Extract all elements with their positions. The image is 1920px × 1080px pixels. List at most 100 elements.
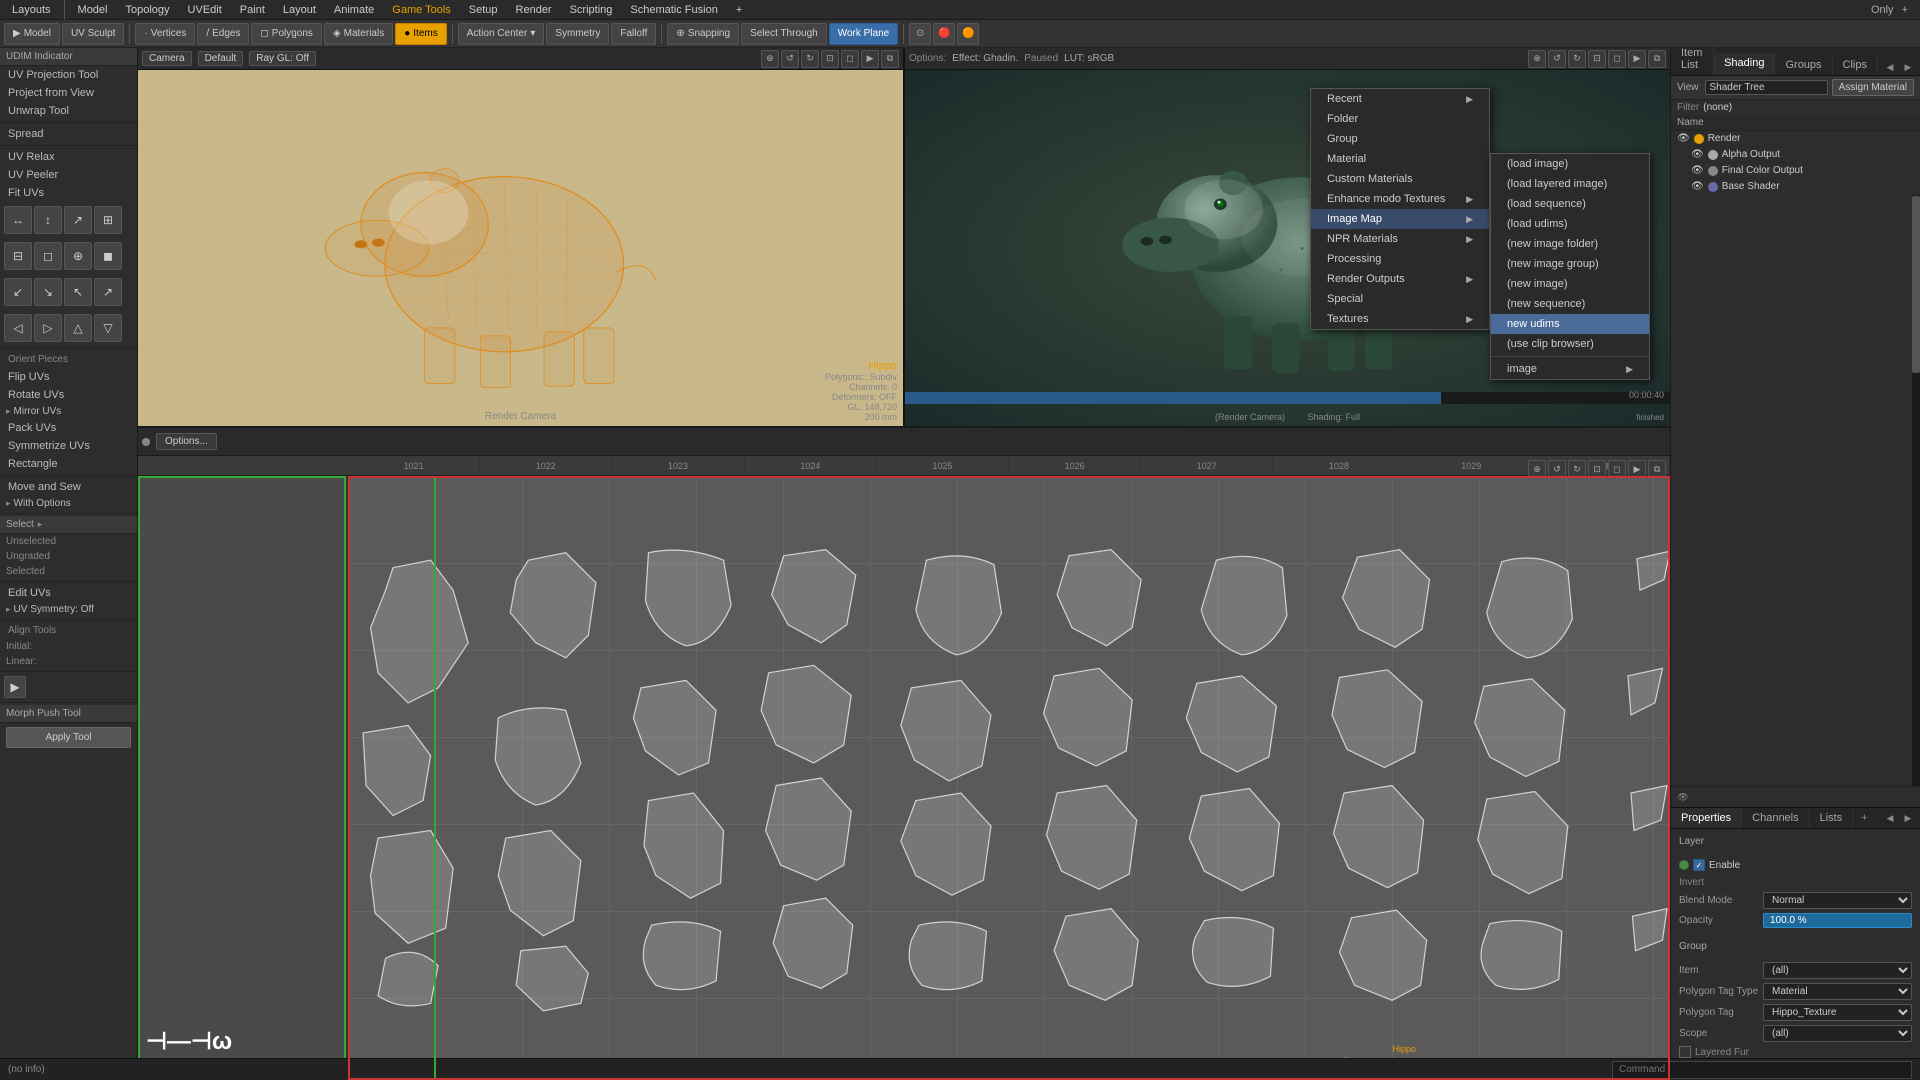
mode-vertices-btn[interactable]: · Vertices <box>135 23 195 45</box>
prop-tab-properties[interactable]: Properties <box>1671 808 1742 828</box>
sidebar-rectangle[interactable]: Rectangle <box>0 455 137 473</box>
uv-viewport[interactable]: ⊕ ↺ ↻ ⊡ ◻ ▶ ⧉ 1021 1022 1023 1024 1025 1… <box>138 456 1670 1080</box>
menu-render[interactable]: Render <box>508 2 560 18</box>
vp-nav-icon-4[interactable]: ⊡ <box>821 50 839 68</box>
layered-fur-checkbox[interactable] <box>1679 1046 1691 1058</box>
sidebar-edit-uvs[interactable]: Edit UVs <box>0 584 137 602</box>
tab-shading[interactable]: Shading <box>1714 53 1775 75</box>
vp-raygl-btn[interactable]: Ray GL: Off <box>249 51 316 66</box>
action-center-btn[interactable]: Action Center ▾ <box>458 23 545 45</box>
icon-btn-4b[interactable]: ▷ <box>34 314 62 342</box>
menu-setup[interactable]: Setup <box>461 2 506 18</box>
vp-render-icon-1[interactable]: ⊕ <box>1528 50 1546 68</box>
snapping-btn[interactable]: ⊕ Snapping <box>667 23 739 45</box>
sidebar-uv-projection[interactable]: UV Projection Tool <box>0 66 137 84</box>
toolbar-icon-2[interactable]: 🔴 <box>933 23 955 45</box>
icon-btn-3d[interactable]: ↗ <box>94 278 122 306</box>
menu-layout[interactable]: Layout <box>275 2 324 18</box>
tab-groups[interactable]: Groups <box>1775 55 1832 75</box>
submenu-new-image-folder[interactable]: (new image folder) <box>1491 234 1649 254</box>
menu-uvedit[interactable]: UVEdit <box>180 2 230 18</box>
vp-nav-icon-2[interactable]: ↺ <box>781 50 799 68</box>
sidebar-spread[interactable]: Spread <box>0 125 137 143</box>
vp-render-icon-2[interactable]: ↺ <box>1548 50 1566 68</box>
prop-poly-tag-type-dropdown[interactable]: Material <box>1763 983 1912 1000</box>
tab-item-list[interactable]: Item List <box>1671 43 1714 75</box>
mode-items-btn[interactable]: ● Items <box>395 23 447 45</box>
icon-btn-1a[interactable]: ↔ <box>4 206 32 234</box>
sidebar-fit-uvs[interactable]: Fit UVs <box>0 184 137 202</box>
menu-game-tools[interactable]: Game Tools <box>384 2 459 18</box>
menu-add[interactable]: + <box>728 2 750 18</box>
menu-enhance-modo[interactable]: Enhance modo Textures ▶ <box>1311 189 1489 209</box>
submenu-clip-browser[interactable]: (use clip browser) <box>1491 334 1649 354</box>
menu-paint[interactable]: Paint <box>232 2 273 18</box>
icon-btn-2d[interactable]: ◼ <box>94 242 122 270</box>
rp-collapse-btn[interactable]: ◀ <box>1882 59 1898 75</box>
menu-recent[interactable]: Recent ▶ <box>1311 89 1489 109</box>
icon-btn-2a[interactable]: ⊟ <box>4 242 32 270</box>
submenu-load-layered[interactable]: (load layered image) <box>1491 174 1649 194</box>
menu-right-plus[interactable]: + <box>1902 4 1908 16</box>
viewport-wireframe[interactable]: Camera Default Ray GL: Off ⊕ ↺ ↻ ⊡ ◻ ▶ ⧉ <box>138 48 905 426</box>
icon-btn-4a[interactable]: ◁ <box>4 314 32 342</box>
uv-grid-container[interactable]: 1001 1002 1003 1004 1005 1006 1007 1008 … <box>348 476 1670 1080</box>
vp-nav-icon-5[interactable]: ◻ <box>841 50 859 68</box>
menu-topology[interactable]: Topology <box>118 2 178 18</box>
shader-view-dropdown[interactable]: Shader Tree <box>1705 80 1828 95</box>
menu-material[interactable]: Material <box>1311 149 1489 169</box>
menu-animate[interactable]: Animate <box>326 2 382 18</box>
prop-opacity-value[interactable]: 100.0 % <box>1763 913 1912 928</box>
toolbar-icon-3[interactable]: 🟠 <box>957 23 979 45</box>
prop-collapse-btn[interactable]: ◀ <box>1882 810 1898 826</box>
uv-icon-7[interactable]: ⧉ <box>1648 460 1666 478</box>
submenu-image[interactable]: image ▶ <box>1491 359 1649 379</box>
icon-btn-3b[interactable]: ↘ <box>34 278 62 306</box>
shader-bottom-eye[interactable]: 👁 <box>1675 789 1691 805</box>
sidebar-uv-relax[interactable]: UV Relax <box>0 148 137 166</box>
mode-materials-btn[interactable]: ◈ Materials <box>324 23 393 45</box>
mode-model-btn[interactable]: ▶ Model <box>4 23 60 45</box>
submenu-new-image-group[interactable]: (new image group) <box>1491 254 1649 274</box>
eye-icon-base-shader[interactable]: 👁 <box>1691 181 1704 192</box>
rp-expand-btn[interactable]: ▶ <box>1900 59 1916 75</box>
menu-model[interactable]: Model <box>70 2 116 18</box>
submenu-new-udims[interactable]: new udims <box>1491 314 1649 334</box>
menu-layouts[interactable]: Layouts <box>4 2 59 18</box>
prop-expand-btn[interactable]: ▶ <box>1900 810 1916 826</box>
menu-image-map[interactable]: Image Map ▶ <box>1311 209 1489 229</box>
icon-btn-3a[interactable]: ↙ <box>4 278 32 306</box>
icon-btn-3c[interactable]: ↖ <box>64 278 92 306</box>
vp-render-icon-7[interactable]: ⧉ <box>1648 50 1666 68</box>
eye-icon-render[interactable]: 👁 <box>1677 133 1690 144</box>
shader-scrollbar[interactable] <box>1912 195 1920 786</box>
submenu-load-sequence[interactable]: (load sequence) <box>1491 194 1649 214</box>
sidebar-run-btn[interactable]: ▶ <box>4 676 26 698</box>
assign-material-btn[interactable]: Assign Material <box>1832 79 1914 96</box>
prop-tab-plus[interactable]: + <box>1853 808 1875 828</box>
icon-btn-1b[interactable]: ↕ <box>34 206 62 234</box>
eye-icon-alpha[interactable]: 👁 <box>1691 149 1704 160</box>
shader-tree-base-shader[interactable]: 👁 Base Shader <box>1671 179 1920 195</box>
falloff-btn[interactable]: Falloff <box>611 23 656 45</box>
menu-textures[interactable]: Textures ▶ <box>1311 309 1489 329</box>
icon-btn-2c[interactable]: ⊕ <box>64 242 92 270</box>
mode-uvsculpt-btn[interactable]: UV Sculpt <box>62 23 124 45</box>
vp-nav-icon-1[interactable]: ⊕ <box>761 50 779 68</box>
tab-clips[interactable]: Clips <box>1833 55 1878 75</box>
vp-camera-btn[interactable]: Camera <box>142 51 192 66</box>
vp-render-icon-6[interactable]: ▶ <box>1628 50 1646 68</box>
sidebar-mirror-uvs[interactable]: ▸ Mirror UVs <box>0 404 137 419</box>
sidebar-unwrap-tool[interactable]: Unwrap Tool <box>0 102 137 120</box>
sidebar-project-from-view[interactable]: Project from View <box>0 84 137 102</box>
menu-render-outputs[interactable]: Render Outputs ▶ <box>1311 269 1489 289</box>
icon-btn-4d[interactable]: ▽ <box>94 314 122 342</box>
enable-checkbox[interactable]: ✓ <box>1693 859 1705 871</box>
eye-icon-final-color[interactable]: 👁 <box>1691 165 1704 176</box>
icon-btn-1d[interactable]: ⊞ <box>94 206 122 234</box>
menu-folder[interactable]: Folder <box>1311 109 1489 129</box>
prop-blend-dropdown[interactable]: Normal <box>1763 892 1912 909</box>
icon-btn-1c[interactable]: ↗ <box>64 206 92 234</box>
uv-icon-6[interactable]: ▶ <box>1628 460 1646 478</box>
menu-npr-materials[interactable]: NPR Materials ▶ <box>1311 229 1489 249</box>
